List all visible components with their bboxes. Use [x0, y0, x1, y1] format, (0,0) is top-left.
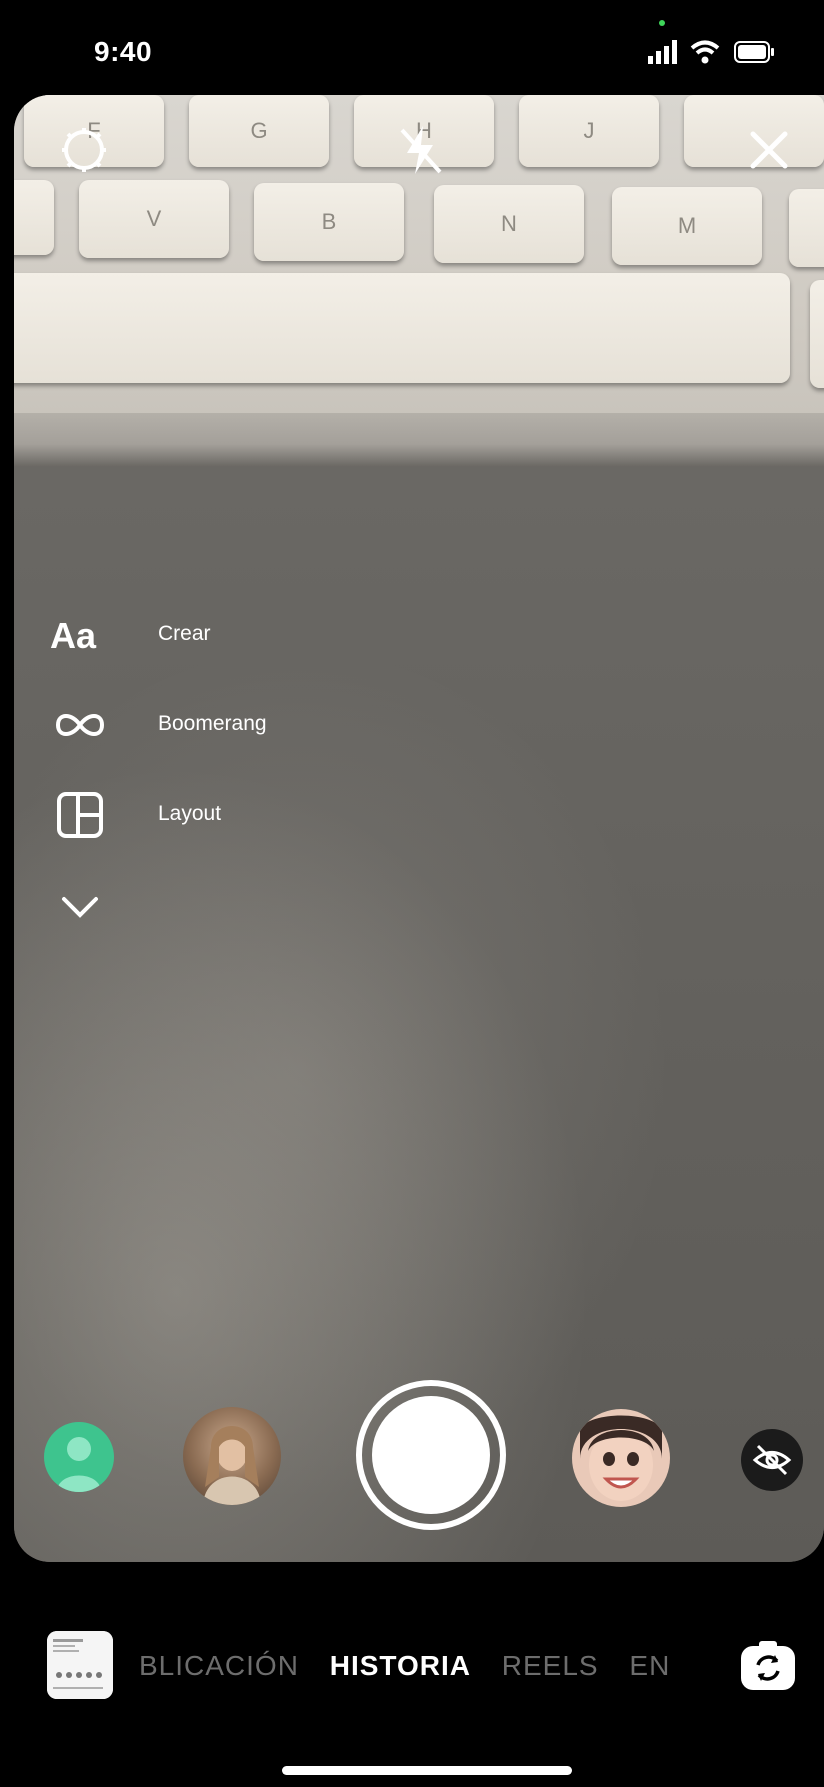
camera-viewfinder[interactable]: F G H J V B N M Aa Crear Boomerang Layou… — [14, 95, 824, 1562]
home-indicator[interactable] — [282, 1766, 572, 1775]
boomerang-label: Boomerang — [158, 712, 267, 735]
create-label: Crear — [158, 622, 211, 645]
keyboard-key: N — [434, 185, 584, 263]
keyboard-key — [14, 180, 54, 255]
mode-reels[interactable]: REELS — [502, 1650, 599, 1681]
layout-label: Layout — [158, 802, 222, 825]
flip-camera-button[interactable] — [739, 1638, 797, 1696]
flash-off-icon — [400, 126, 442, 174]
keyboard-key — [810, 280, 824, 388]
gallery-thumbnail[interactable] — [47, 1631, 113, 1699]
cartoon-face-image — [580, 1415, 662, 1501]
keyboard-key: G — [189, 95, 329, 167]
mode-historia[interactable]: HISTORIA — [330, 1650, 471, 1681]
keyboard-key: J — [519, 95, 659, 167]
layout-mode-button[interactable]: Layout — [50, 785, 350, 845]
keyboard-key-label: M — [677, 213, 697, 238]
hide-effect[interactable] — [741, 1429, 803, 1491]
keyboard-key: V — [79, 180, 229, 258]
camera-screen: 9:40 F G H J V B N M Aa Crear Boomerang … — [14, 0, 824, 1787]
flip-camera-icon — [741, 1641, 795, 1690]
status-time: 9:40 — [94, 36, 153, 67]
camera-in-use-indicator — [659, 20, 665, 26]
create-mode-button[interactable]: Aa Crear — [50, 605, 350, 665]
shutter-inner — [372, 1396, 490, 1514]
shutter-button[interactable] — [356, 1380, 506, 1530]
gallery-preview-image — [47, 1631, 113, 1699]
close-icon — [750, 131, 788, 169]
layout-icon — [50, 785, 110, 845]
keyboard-key-label: J — [583, 118, 595, 143]
mode-selector: BLICACIÓN HISTORIA REELS EN — [139, 1650, 692, 1682]
chevron-down-icon — [50, 875, 110, 935]
close-button[interactable] — [739, 120, 799, 180]
face-filter-effect[interactable] — [572, 1409, 670, 1507]
boomerang-mode-button[interactable]: Boomerang — [50, 695, 350, 755]
gear-icon — [62, 128, 106, 172]
keyboard-key-label: G — [250, 118, 268, 143]
keyboard-key: M — [612, 187, 762, 265]
battery-icon — [734, 41, 774, 63]
infinity-icon — [50, 695, 110, 755]
status-bar: 9:40 — [14, 0, 824, 95]
keyboard-key: B — [254, 183, 404, 261]
green-avatar-effect[interactable] — [44, 1422, 114, 1492]
keyboard-key-label: N — [501, 211, 517, 236]
keyboard-edge — [14, 413, 824, 475]
keyboard-key — [789, 189, 824, 267]
keyboard-key-label: V — [146, 206, 162, 231]
portrait-image — [203, 1426, 261, 1505]
mode-bar: BLICACIÓN HISTORIA REELS EN — [14, 1620, 824, 1720]
wifi-icon — [690, 40, 720, 64]
flash-button[interactable] — [390, 120, 450, 180]
mode-publicacion[interactable]: BLICACIÓN — [139, 1650, 299, 1681]
person-icon — [57, 1437, 101, 1492]
signal-icon — [648, 40, 677, 64]
keyboard-key-label: B — [321, 209, 337, 234]
portrait-effect[interactable] — [183, 1407, 281, 1505]
eye-slash-icon — [752, 1444, 792, 1476]
mode-en-vivo[interactable]: EN — [629, 1650, 670, 1681]
spacebar-key — [14, 273, 790, 383]
more-tools-button[interactable] — [50, 875, 350, 935]
settings-button[interactable] — [54, 120, 114, 180]
text-create-icon: Aa — [50, 615, 97, 656]
